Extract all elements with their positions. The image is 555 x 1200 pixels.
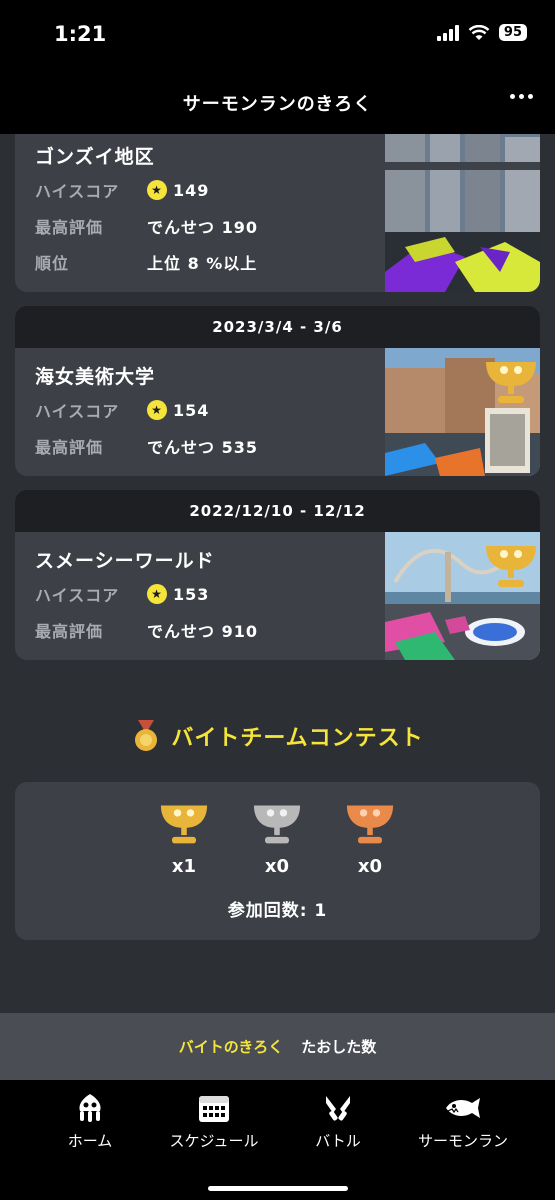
bronze-trophy-icon xyxy=(346,805,394,844)
best-rank-row: 最高評価 でんせつ 190 xyxy=(35,214,258,238)
tab-records[interactable]: バイトのきろく xyxy=(179,1036,284,1057)
rotation-date: 2023/3/4 - 3/6 xyxy=(15,306,540,348)
battery-icon: 95 xyxy=(498,24,527,41)
high-score-value: 154 xyxy=(173,400,210,420)
stage-name: スメーシーワールド xyxy=(35,550,215,572)
best-rank-label: 最高評価 xyxy=(35,218,104,237)
silver-trophy-icon xyxy=(253,805,301,844)
stage-image xyxy=(385,134,540,292)
bronze-trophy-column: x0 xyxy=(335,800,405,877)
participation-count: 参加回数: 1 xyxy=(227,901,328,921)
rotation-date: 2022/12/10 - 12/12 xyxy=(15,490,540,532)
tab-home-label: ホーム xyxy=(67,1132,113,1150)
tab-schedule[interactable]: スケジュール xyxy=(159,1092,269,1151)
best-rank-value: でんせつ 910 xyxy=(147,622,258,641)
silver-trophy-column: x0 xyxy=(242,800,312,877)
nav-bar: サーモンランのきろく xyxy=(0,72,555,134)
high-score-label: ハイスコア xyxy=(35,182,120,201)
high-score-row: ハイスコア ★ 154 xyxy=(35,398,209,422)
contest-title-text: バイトチームコンテスト xyxy=(171,726,424,751)
high-score-label: ハイスコア xyxy=(35,402,120,421)
gold-trophy-icon xyxy=(486,362,536,403)
gold-trophy-count: x1 xyxy=(171,856,197,877)
contest-card: x1 x0 x0 参加回数: 1 xyxy=(15,782,540,940)
ranking-value: 上位 8 %以上 xyxy=(147,254,258,273)
tab-battle[interactable]: バトル xyxy=(283,1092,393,1151)
battle-icon xyxy=(326,1096,350,1121)
signal-icon xyxy=(436,24,459,41)
wifi-icon xyxy=(468,24,490,40)
high-score-value: 149 xyxy=(173,180,210,200)
more-options-icon[interactable] xyxy=(510,94,533,99)
status-icons: 95 xyxy=(436,24,527,41)
records-content[interactable]: ゴンズイ地区 ハイスコア ★ 149 最高評価 でんせつ 190 順位 上位 8 … xyxy=(0,134,555,1014)
stage-name: ゴンズイ地区 xyxy=(35,146,155,168)
stage-name: 海女美術大学 xyxy=(35,366,156,388)
bottom-tab-bar: ホーム スケジュール バトル サーモンラン xyxy=(0,1080,555,1200)
ranking-label: 順位 xyxy=(35,254,70,273)
stage-card: ゴンズイ地区 ハイスコア ★ 149 最高評価 でんせつ 190 順位 上位 8 … xyxy=(15,134,540,292)
tab-schedule-label: スケジュール xyxy=(169,1132,259,1150)
gold-trophy-column: x1 xyxy=(149,800,219,877)
golden-egg-icon: ★ xyxy=(147,400,167,420)
tab-battle-label: バトル xyxy=(315,1132,361,1150)
high-score-row: ハイスコア ★ 149 xyxy=(35,178,209,202)
stage-card: 2022/12/10 - 12/12 スメーシーワールド ハイスコア ★ 153 … xyxy=(15,490,540,660)
tab-defeated[interactable]: たおした数 xyxy=(301,1036,376,1057)
home-indicator[interactable] xyxy=(208,1186,348,1191)
best-rank-value: でんせつ 535 xyxy=(147,438,258,457)
tab-salmon-run[interactable]: サーモンラン xyxy=(408,1092,518,1151)
status-bar: 1:21 95 xyxy=(0,0,555,72)
medal-icon xyxy=(135,720,158,751)
high-score-row: ハイスコア ★ 153 xyxy=(35,582,209,606)
best-rank-row: 最高評価 でんせつ 910 xyxy=(35,618,258,642)
status-time: 1:21 xyxy=(54,22,107,46)
best-rank-row: 最高評価 でんせつ 535 xyxy=(35,434,258,458)
high-score-label: ハイスコア xyxy=(35,586,120,605)
contest-section-title: バイトチームコンテスト xyxy=(0,720,555,752)
silver-trophy-count: x0 xyxy=(264,856,290,877)
bronze-trophy-count: x0 xyxy=(357,856,383,877)
golden-egg-icon: ★ xyxy=(147,584,167,604)
salmon-icon xyxy=(446,1098,480,1118)
gold-trophy-icon xyxy=(486,546,536,587)
tab-salmon-run-label: サーモンラン xyxy=(417,1132,508,1150)
ranking-row: 順位 上位 8 %以上 xyxy=(35,250,257,274)
best-rank-value: でんせつ 190 xyxy=(147,218,258,237)
gold-trophy-icon xyxy=(160,805,208,844)
golden-egg-icon: ★ xyxy=(147,180,167,200)
tab-home[interactable]: ホーム xyxy=(35,1092,145,1151)
calendar-icon xyxy=(199,1096,229,1122)
sub-tab-bar: バイトのきろく たおした数 xyxy=(0,1013,555,1080)
squid-home-icon xyxy=(79,1094,101,1122)
stage-card: 2023/3/4 - 3/6 海女美術大学 ハイスコア ★ 154 最高評価 でん… xyxy=(15,306,540,476)
page-title: サーモンランのきろく xyxy=(182,94,373,115)
best-rank-label: 最高評価 xyxy=(35,622,104,641)
high-score-value: 153 xyxy=(173,584,210,604)
best-rank-label: 最高評価 xyxy=(35,438,104,457)
